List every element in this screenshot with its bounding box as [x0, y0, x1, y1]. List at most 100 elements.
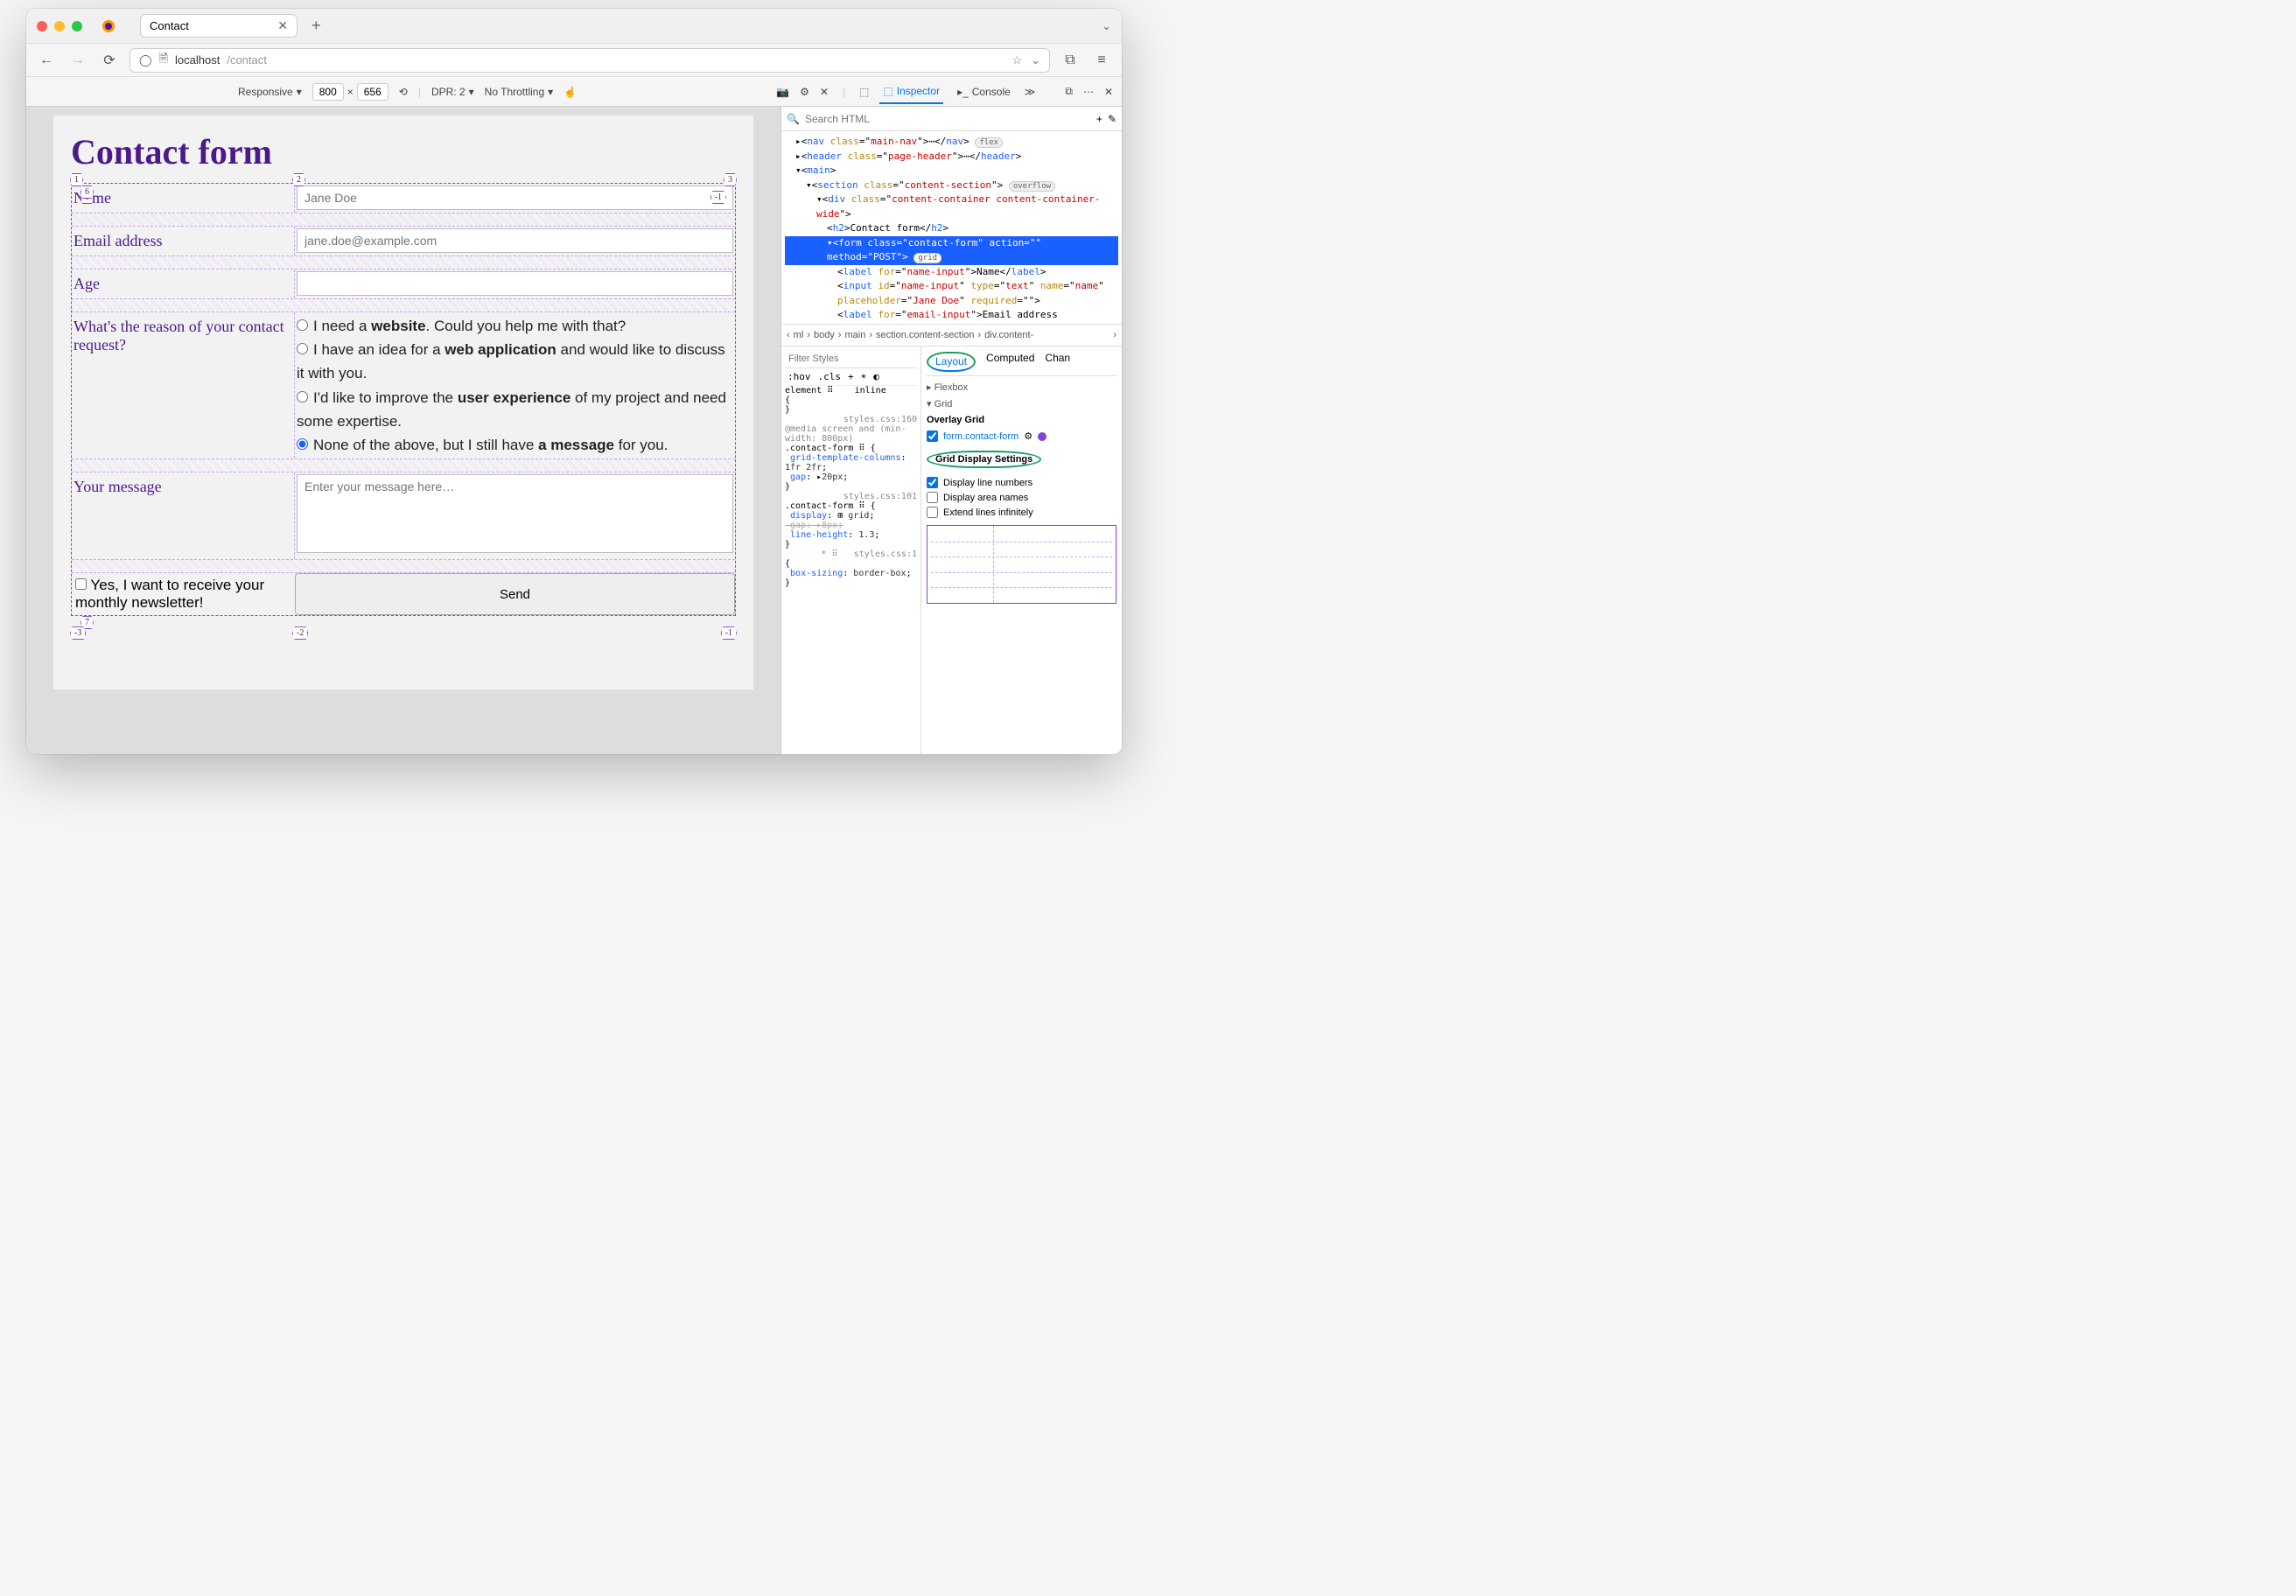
close-window[interactable] — [37, 21, 47, 32]
back-button[interactable]: ← — [35, 49, 58, 72]
url-toolbar: ← → ⟳ ◯ 🗎 localhost/contact ☆ ⌄ ⧉ ≡ — [26, 44, 1122, 77]
rdm-toolbar: Responsive ▾ × ⟲ | DPR: 2 ▾ No Throttlin… — [26, 77, 1122, 107]
bookmark-icon[interactable]: ☆ — [1012, 53, 1022, 67]
form-row-reason: What's the reason of your contact reques… — [72, 312, 735, 458]
rdm-height-input[interactable] — [357, 83, 388, 101]
forward-button[interactable]: → — [66, 49, 89, 72]
layout-tabs: Layout Computed Chan — [927, 352, 1116, 376]
grid-row-6: 6 — [80, 186, 94, 199]
console-tab[interactable]: ▸_ Console — [954, 80, 1014, 103]
eyedropper-icon[interactable]: ✎ — [1108, 113, 1116, 125]
label-email: Email address — [72, 227, 295, 256]
reload-button[interactable]: ⟳ — [98, 49, 121, 72]
form-row-submit: Yes, I want to receive your monthly news… — [72, 573, 735, 615]
tabs-dropdown-icon[interactable]: ⌄ — [1102, 19, 1111, 33]
send-button[interactable]: Send — [295, 573, 735, 615]
rdm-viewport: Contact form 1 2 3 1 -1 Name 2 Email — [26, 107, 780, 754]
print-icon[interactable]: ◐ — [873, 371, 879, 382]
radio-ux[interactable]: I'd like to improve the user experience … — [297, 386, 733, 433]
rdm-settings-icon[interactable]: ⚙ — [800, 86, 809, 98]
form-row-email: Email address — [72, 227, 735, 256]
more-tabs-icon[interactable]: ≫ — [1025, 86, 1036, 98]
rdm-close-icon[interactable]: ✕ — [820, 86, 829, 98]
radio-website[interactable]: I need a website. Could you help me with… — [297, 314, 733, 338]
main-split: Contact form 1 2 3 1 -1 Name 2 Email — [26, 107, 1122, 754]
dom-selected-node[interactable]: ▾<form class="contact-form" action="" me… — [785, 236, 1118, 265]
layout-tab[interactable]: Layout — [927, 352, 976, 372]
label-name: Name — [72, 184, 295, 213]
grid-col-neg1: -1 — [721, 626, 737, 640]
devtools-menu-icon[interactable]: ⋯ — [1083, 86, 1094, 98]
radio-webapp[interactable]: I have an idea for a web application and… — [297, 338, 733, 385]
email-input[interactable] — [297, 228, 733, 253]
add-node-icon[interactable]: + — [1096, 113, 1102, 125]
dock-icon[interactable]: ⧉ — [1065, 85, 1073, 98]
dom-tree[interactable]: ▸<nav class="main-nav">⋯</nav> flex ▸<he… — [781, 131, 1122, 324]
rdm-device-select[interactable]: Responsive ▾ — [238, 86, 302, 98]
new-tab-button[interactable]: + — [312, 17, 321, 35]
styles-panel[interactable]: :hov .cls + ☀ ◐ element ⠿ inline {} styl… — [781, 346, 921, 754]
grid-display-settings-title: Grid Display Settings — [927, 451, 1041, 468]
message-textarea[interactable] — [297, 474, 733, 553]
touch-icon[interactable]: ☝ — [564, 86, 577, 98]
console-icon: ▸_ — [957, 86, 969, 98]
contact-page: Contact form 1 2 3 1 -1 Name 2 Email — [53, 116, 753, 690]
tab-title: Contact — [150, 19, 189, 32]
grid-col-3: 3 — [724, 173, 737, 186]
opt-area-names[interactable]: Display area names — [927, 492, 1116, 503]
overlay-grid-title: Overlay Grid — [927, 415, 1116, 425]
close-tab-icon[interactable]: ✕ — [277, 18, 288, 33]
grid-col-neg2: -2 — [292, 626, 308, 640]
layout-panel: Layout Computed Chan ▸ Flexbox ▾ Grid Ov… — [921, 346, 1122, 754]
grid-row-neg1: -1 — [710, 191, 726, 204]
browser-window: Contact ✕ + ⌄ ← → ⟳ ◯ 🗎 localhost/contac… — [26, 9, 1122, 754]
page-title: Contact form — [71, 131, 736, 172]
titlebar: Contact ✕ + ⌄ — [26, 9, 1122, 44]
url-host: localhost — [175, 53, 220, 66]
age-input[interactable] — [297, 271, 733, 296]
rotate-icon[interactable]: ⟲ — [399, 86, 408, 98]
label-message: Your message — [72, 472, 295, 559]
pick-element-icon[interactable]: ⬚ — [859, 86, 869, 98]
grid-col-neg3: -3 — [70, 626, 86, 640]
rdm-dpr-select[interactable]: DPR: 2 ▾ — [431, 86, 474, 98]
url-field[interactable]: ◯ 🗎 localhost/contact ☆ ⌄ — [130, 48, 1050, 73]
filter-styles-input[interactable] — [788, 354, 914, 364]
grid-col-1: 1 — [70, 173, 83, 186]
label-age: Age — [72, 270, 295, 298]
grid-preview — [927, 525, 1116, 604]
name-input[interactable] — [297, 186, 733, 210]
gear-icon[interactable]: ⚙ — [1024, 430, 1032, 442]
minimize-window[interactable] — [54, 21, 65, 32]
form-row-age: Age — [72, 270, 735, 298]
maximize-window[interactable] — [72, 21, 82, 32]
form-row-name: Name — [72, 184, 735, 213]
browser-tab[interactable]: Contact ✕ — [140, 14, 298, 38]
reason-radio-group: I need a website. Could you help me with… — [295, 312, 735, 458]
rdm-throttling-select[interactable]: No Throttling ▾ — [485, 86, 554, 98]
overlay-grid-item[interactable]: form.contact-form ⚙ — [927, 430, 1116, 442]
color-swatch[interactable] — [1038, 432, 1046, 441]
screenshot-icon[interactable]: 📷 — [776, 86, 789, 98]
radio-message[interactable]: None of the above, but I still have a me… — [297, 433, 733, 457]
extensions-icon[interactable]: ⧉ — [1059, 49, 1082, 72]
dom-search-input[interactable] — [805, 113, 1091, 125]
traffic-lights — [37, 21, 82, 32]
devtools-close-icon[interactable]: ✕ — [1104, 86, 1113, 98]
opt-line-numbers[interactable]: Display line numbers — [927, 477, 1116, 488]
label-reason: What's the reason of your contact reques… — [72, 312, 295, 458]
light-icon[interactable]: ☀ — [861, 371, 867, 382]
menu-icon[interactable]: ≡ — [1090, 49, 1113, 72]
changes-tab[interactable]: Chan — [1045, 352, 1070, 372]
page-icon: 🗎 — [159, 51, 168, 70]
pocket-icon[interactable]: ⌄ — [1031, 53, 1040, 67]
opt-extend-lines[interactable]: Extend lines infinitely — [927, 507, 1116, 518]
form-row-message: Your message — [72, 472, 735, 559]
inspector-tab[interactable]: ⬚ Inspector — [879, 80, 943, 104]
breadcrumb[interactable]: ‹ ml›body›main›section.content-section›d… — [781, 324, 1122, 346]
firefox-icon — [102, 19, 116, 33]
search-icon: 🔍 — [787, 113, 800, 125]
computed-tab[interactable]: Computed — [986, 352, 1034, 372]
newsletter-checkbox[interactable]: Yes, I want to receive your monthly news… — [72, 573, 295, 615]
rdm-width-input[interactable] — [312, 83, 344, 101]
